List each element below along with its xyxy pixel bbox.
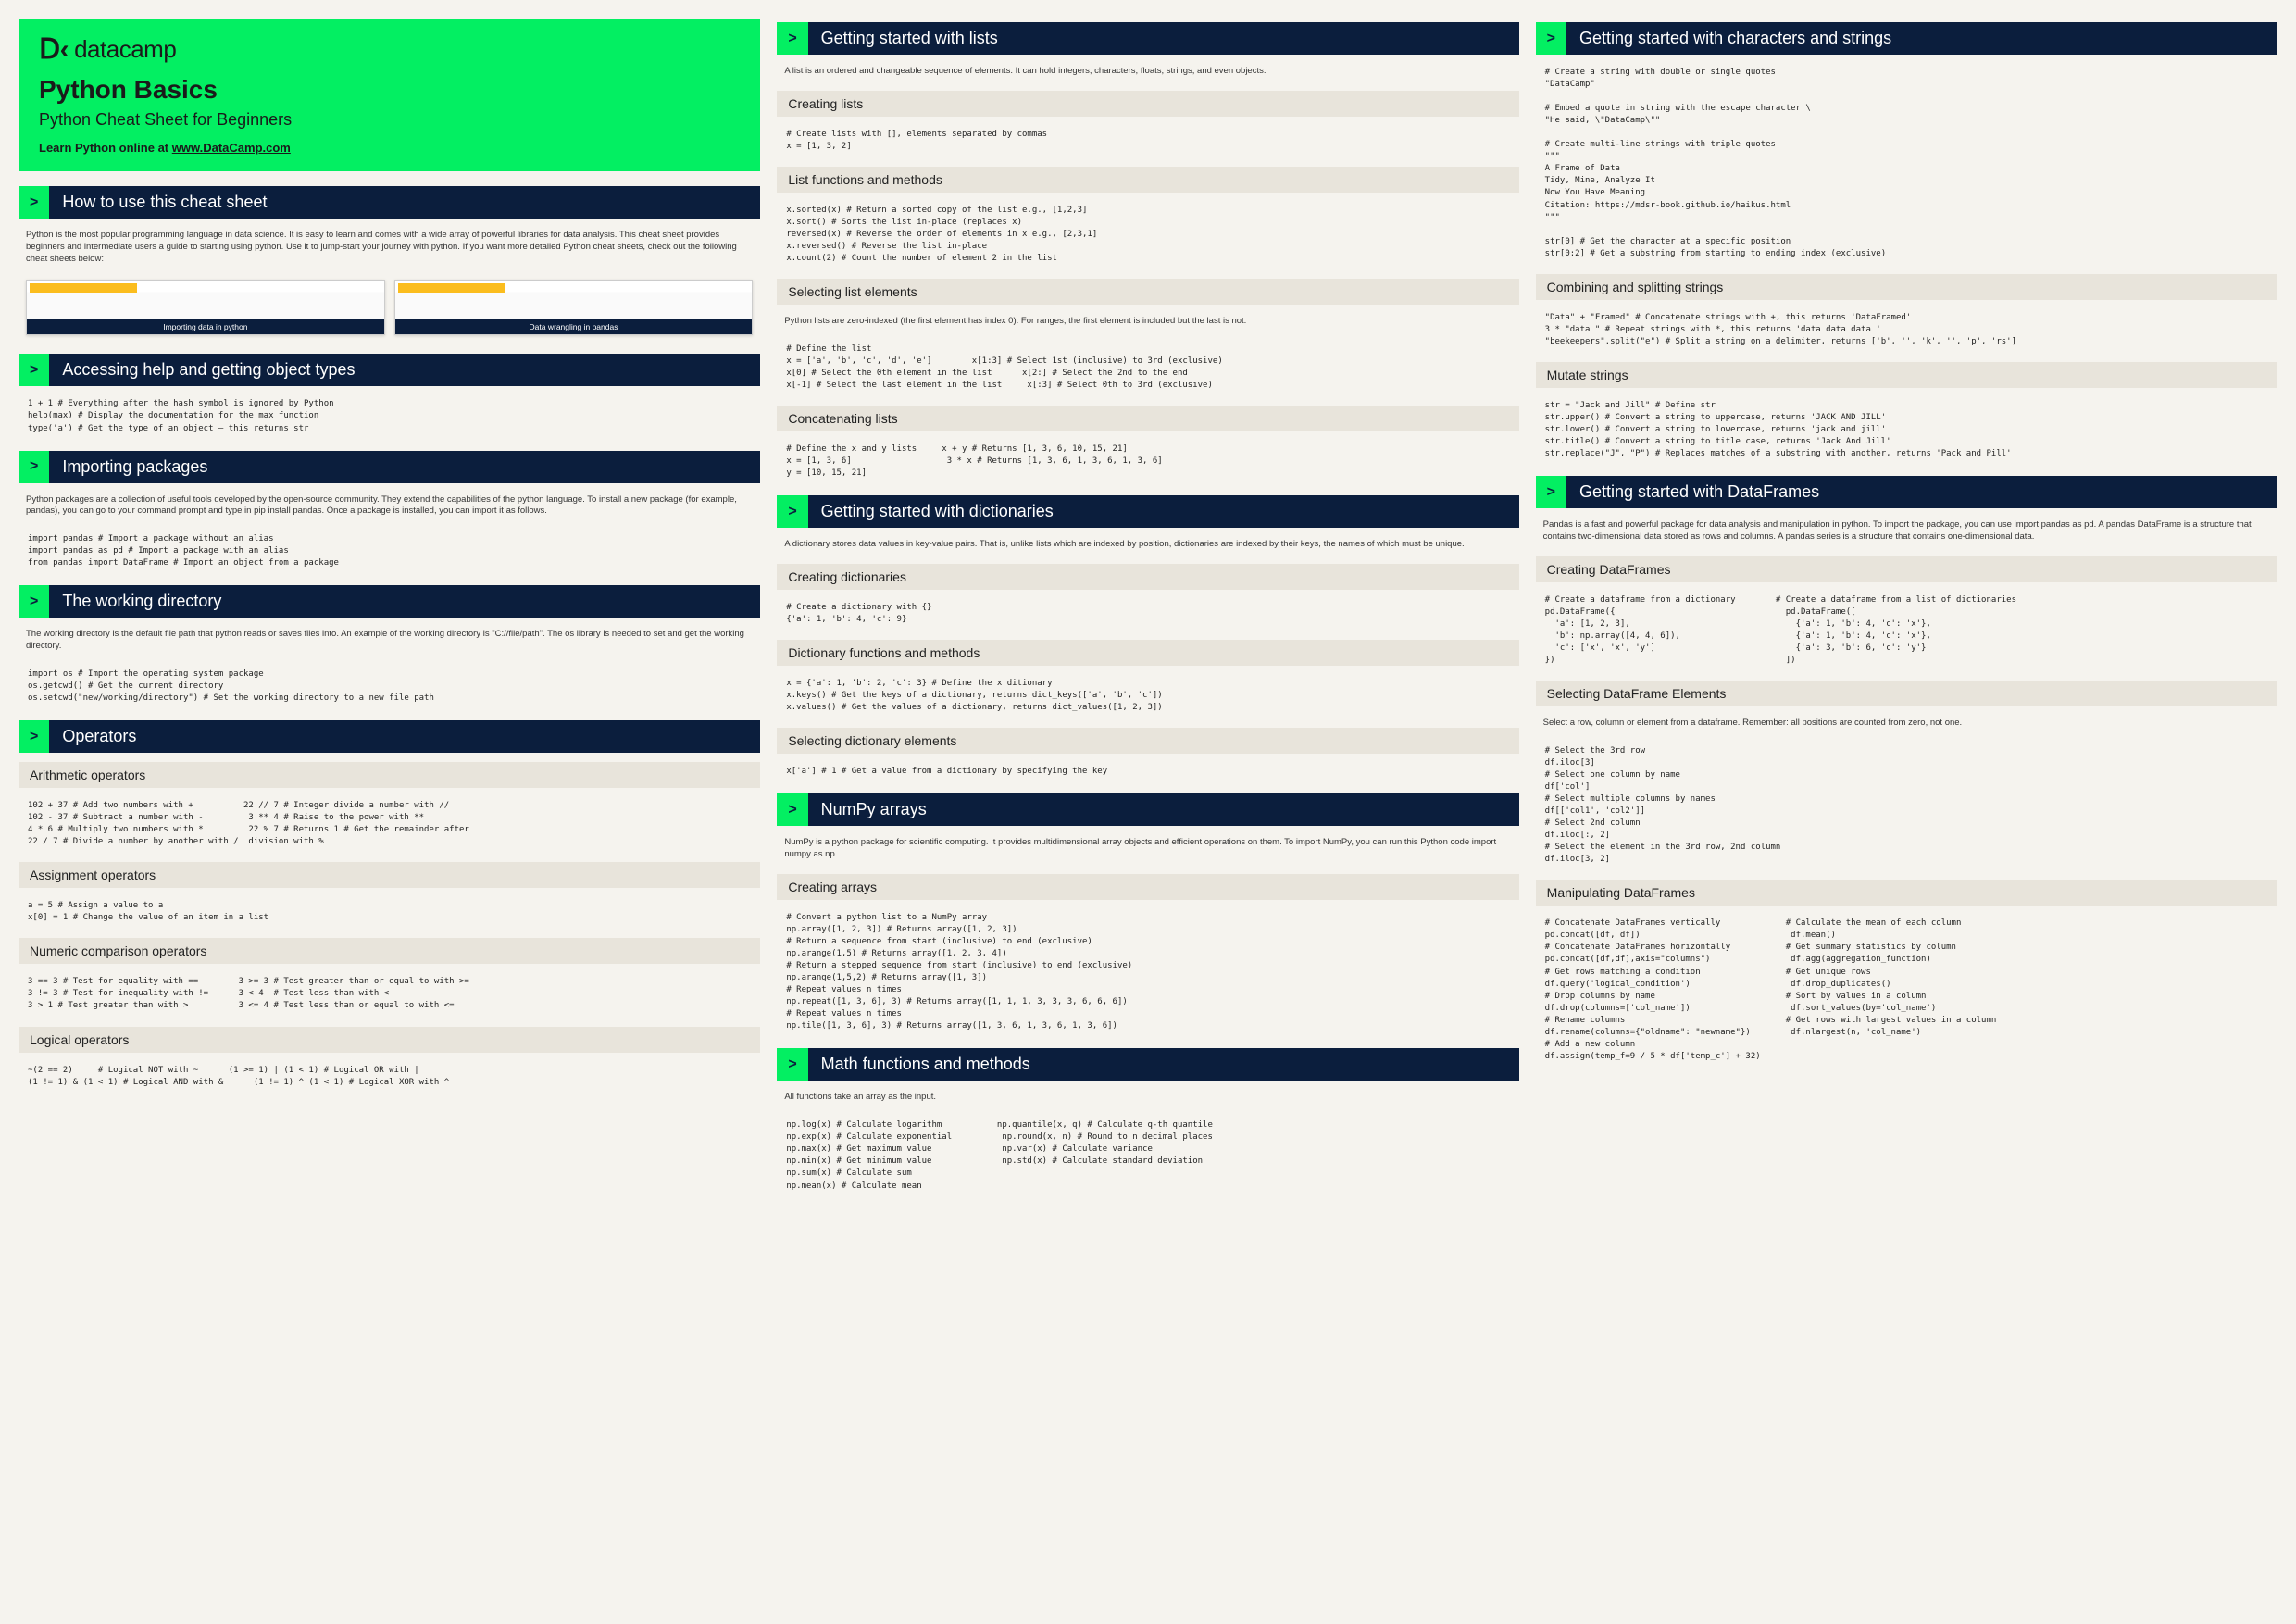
numcmp-subhead: Numeric comparison operators (19, 938, 760, 964)
section-strings: > Getting started with characters and st… (1536, 22, 2277, 55)
dicts-funcs-code: x = {'a': 1, 'b': 2, 'c': 3} # Define th… (777, 673, 1518, 718)
import-desc: Python packages are a collection of usef… (19, 491, 760, 522)
df-manip-code: # Concatenate DataFrames vertically # Ca… (1536, 913, 2277, 1068)
section-lists: > Getting started with lists (777, 22, 1518, 55)
section-import: > Importing packages (19, 451, 760, 483)
chevron-icon: > (1536, 476, 1566, 508)
math-code: np.log(x) # Calculate logarithm np.quant… (777, 1115, 1518, 1196)
logo-icon: Ⅾ‹ (39, 33, 69, 66)
lists-select-h: Selecting list elements (777, 279, 1518, 305)
lists-concat-code: # Define the x and y lists x + y # Retur… (777, 439, 1518, 484)
strings-mutate-h: Mutate strings (1536, 362, 2277, 388)
page-title: Python Basics (39, 75, 740, 105)
page-subtitle: Python Cheat Sheet for Beginners (39, 110, 740, 130)
chevron-icon: > (777, 1048, 807, 1081)
numpy-create-code: # Convert a python list to a NumPy array… (777, 907, 1518, 1037)
chevron-icon: > (19, 585, 49, 618)
df-manip-h: Manipulating DataFrames (1536, 880, 2277, 906)
dicts-create-code: # Create a dictionary with {} {'a': 1, '… (777, 597, 1518, 631)
numpy-desc: NumPy is a python package for scientific… (777, 833, 1518, 865)
howto-desc: Python is the most popular programming l… (19, 226, 760, 269)
header-block: Ⅾ‹ datacamp Python Basics Python Cheat S… (19, 19, 760, 171)
section-math: > Math functions and methods (777, 1048, 1518, 1081)
thumb-row: Importing data in python Data wrangling … (19, 276, 760, 343)
arith-code: 102 + 37 # Add two numbers with + 22 // … (19, 795, 760, 853)
df-select-code: # Select the 3rd row df.iloc[3] # Select… (1536, 741, 2277, 870)
lists-funcs-code: x.sorted(x) # Return a sorted copy of th… (777, 200, 1518, 269)
logic-subhead: Logical operators (19, 1027, 760, 1053)
section-dataframes: > Getting started with DataFrames (1536, 476, 2277, 508)
df-desc: Pandas is a fast and powerful package fo… (1536, 516, 2277, 547)
lists-select-desc: Python lists are zero-indexed (the first… (777, 312, 1518, 331)
lists-desc: A list is an ordered and changeable sequ… (777, 62, 1518, 81)
arith-subhead: Arithmetic operators (19, 762, 760, 788)
numpy-create-h: Creating arrays (777, 874, 1518, 900)
chevron-icon: > (19, 354, 49, 386)
df-create-code: # Create a dataframe from a dictionary #… (1536, 590, 2277, 671)
assign-subhead: Assignment operators (19, 862, 760, 888)
lists-select-code: # Define the list x = ['a', 'b', 'c', 'd… (777, 339, 1518, 396)
learn-line: Learn Python online at www.DataCamp.com (39, 141, 740, 155)
df-select-desc: Select a row, column or element from a d… (1536, 714, 2277, 733)
lists-create-h: Creating lists (777, 91, 1518, 117)
dicts-desc: A dictionary stores data values in key-v… (777, 535, 1518, 555)
section-wd: > The working directory (19, 585, 760, 618)
math-desc: All functions take an array as the input… (777, 1088, 1518, 1107)
wd-desc: The working directory is the default fil… (19, 625, 760, 656)
section-help: > Accessing help and getting object type… (19, 354, 760, 386)
brand-logo: Ⅾ‹ datacamp (39, 33, 740, 66)
chevron-icon: > (777, 793, 807, 826)
section-numpy: > NumPy arrays (777, 793, 1518, 826)
lists-concat-h: Concatenating lists (777, 406, 1518, 431)
section-dicts: > Getting started with dictionaries (777, 495, 1518, 528)
logic-code: ~(2 == 2) # Logical NOT with ~ (1 >= 1) … (19, 1060, 760, 1093)
strings-combine-h: Combining and splitting strings (1536, 274, 2277, 300)
help-code: 1 + 1 # Everything after the hash symbol… (19, 394, 760, 439)
dicts-create-h: Creating dictionaries (777, 564, 1518, 590)
learn-link[interactable]: www.DataCamp.com (172, 141, 291, 155)
assign-code: a = 5 # Assign a value to a x[0] = 1 # C… (19, 895, 760, 929)
numcmp-code: 3 == 3 # Test for equality with == 3 >= … (19, 971, 760, 1017)
chevron-icon: > (777, 495, 807, 528)
brand-text: datacamp (74, 35, 176, 64)
lists-create-code: # Create lists with [], elements separat… (777, 124, 1518, 157)
chevron-icon: > (1536, 22, 1566, 55)
import-code: import pandas # Import a package without… (19, 529, 760, 574)
dicts-select-h: Selecting dictionary elements (777, 728, 1518, 754)
thumb-import-data[interactable]: Importing data in python (26, 280, 385, 335)
chevron-icon: > (19, 186, 49, 219)
section-howto: > How to use this cheat sheet (19, 186, 760, 219)
strings-combine-code: "Data" + "Framed" # Concatenate strings … (1536, 307, 2277, 353)
section-operators: > Operators (19, 720, 760, 753)
chevron-icon: > (19, 451, 49, 483)
strings-mutate-code: str = "Jack and Jill" # Define str str.u… (1536, 395, 2277, 465)
lists-funcs-h: List functions and methods (777, 167, 1518, 193)
strings-code1: # Create a string with double or single … (1536, 62, 2277, 265)
df-create-h: Creating DataFrames (1536, 556, 2277, 582)
chevron-icon: > (19, 720, 49, 753)
dicts-select-code: x['a'] # 1 # Get a value from a dictiona… (777, 761, 1518, 782)
thumb-data-wrangling[interactable]: Data wrangling in pandas (394, 280, 754, 335)
df-select-h: Selecting DataFrame Elements (1536, 681, 2277, 706)
wd-code: import os # Import the operating system … (19, 664, 760, 709)
dicts-funcs-h: Dictionary functions and methods (777, 640, 1518, 666)
chevron-icon: > (777, 22, 807, 55)
